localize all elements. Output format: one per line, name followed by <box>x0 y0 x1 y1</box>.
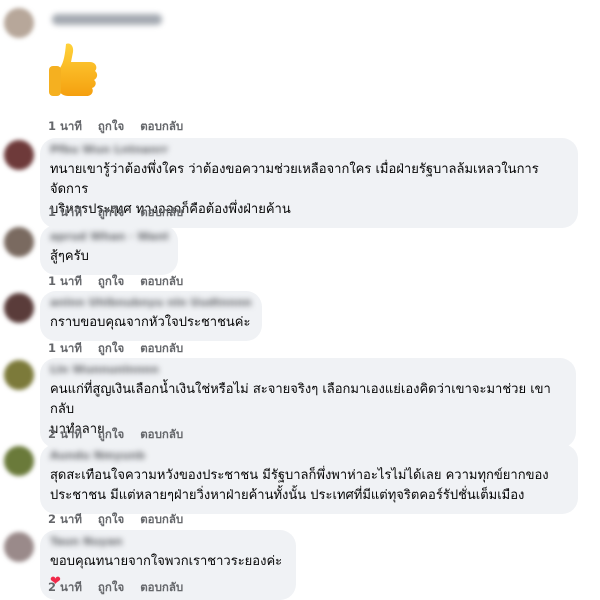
comment-actions: 1 นาที ถูกใจ ตอบกลับ <box>48 118 183 136</box>
reply-button[interactable]: ตอบกลับ <box>140 511 183 529</box>
comment-actions: 2 นาที ถูกใจ ตอบกลับ <box>48 511 183 529</box>
comment-5: Aundu Nmyunb สุดสะเทือนใจความหวังของประช… <box>0 444 600 528</box>
reply-button[interactable]: ตอบกลับ <box>140 118 183 136</box>
comment-time[interactable]: 2 นาที <box>48 511 82 529</box>
commenter-name[interactable]: Lln Wunnunlnnnn <box>50 364 566 375</box>
comment-4: Lln Wunnunlnnnn คนแก่ที่สูญเงินเลือกน้ำเ… <box>0 358 600 448</box>
commenter-name[interactable] <box>52 14 162 25</box>
commenter-name[interactable]: aprud Whan · Wantu <box>50 231 168 242</box>
comment-actions: 1 นาที ถูกใจ ตอบกลับ <box>48 273 183 291</box>
avatar[interactable] <box>4 227 34 257</box>
comment-bubble: Aundu Nmyunb สุดสะเทือนใจความหวังของประช… <box>40 444 578 514</box>
comment-actions: 2 นาที ถูกใจ ตอบกลับ <box>48 579 183 597</box>
comment-time[interactable]: 1 นาที <box>48 118 82 136</box>
comment-2: aprud Whan · Wantu สู้ๆครับ 1 นาที ถูกใจ… <box>0 225 600 291</box>
commenter-name[interactable]: anlnn Uhlbnubnyu nln Uudtnnnnnd <box>50 297 252 308</box>
reply-button[interactable]: ตอบกลับ <box>140 426 183 444</box>
comment-text: สุดสะเทือนใจความหวังของประชาชน มีรัฐบาลก… <box>50 468 549 503</box>
comment-text: สู้ๆครับ <box>50 249 89 264</box>
comment-3: anlnn Uhlbnubnyu nln Uudtnnnnnd กราบขอบค… <box>0 291 600 357</box>
comment-actions: 1 นาที ถูกใจ ตอบกลับ <box>48 204 183 222</box>
like-button[interactable]: ถูกใจ <box>98 273 124 291</box>
like-button[interactable]: ถูกใจ <box>98 426 124 444</box>
avatar[interactable] <box>4 360 34 390</box>
comment-time[interactable]: 2 นาที <box>48 579 82 597</box>
reply-button[interactable]: ตอบกลับ <box>140 273 183 291</box>
avatar[interactable] <box>4 293 34 323</box>
comment-6: Taun Nuyan ขอบคุณทนายจากใจพวกเราชาวระยอง… <box>0 530 600 600</box>
reply-button[interactable]: ตอบกลับ <box>140 204 183 222</box>
comment-time[interactable]: 1 นาที <box>48 204 82 222</box>
reply-button[interactable]: ตอบกลับ <box>140 579 183 597</box>
comment-text-content: ขอบคุณทนายจากใจพวกเราชาวระยองค่ะ <box>50 554 283 569</box>
commenter-name[interactable]: Aundu Nmyunb <box>50 450 568 461</box>
comment-1: Pfbu Wun Lntnanrr ทนายเขารู้ว่าต้องพึ่งใ… <box>0 138 600 228</box>
comment-actions: 1 นาที ถูกใจ ตอบกลับ <box>48 340 183 358</box>
comment-bubble: anlnn Uhlbnubnyu nln Uudtnnnnnd กราบขอบค… <box>40 291 262 341</box>
comment-time[interactable]: 1 นาที <box>48 273 82 291</box>
like-button[interactable]: ถูกใจ <box>98 340 124 358</box>
avatar[interactable] <box>4 532 34 562</box>
commenter-name[interactable]: Taun Nuyan <box>50 536 286 547</box>
comment-time[interactable]: 1 นาที <box>48 340 82 358</box>
like-button[interactable]: ถูกใจ <box>98 204 124 222</box>
avatar[interactable] <box>4 140 34 170</box>
comment-bubble: aprud Whan · Wantu สู้ๆครับ <box>40 225 178 275</box>
comment-0: 1 นาที ถูกใจ ตอบกลับ <box>0 0 600 140</box>
commenter-name[interactable]: Pfbu Wun Lntnanrr <box>50 144 568 155</box>
thumbs-up-icon <box>49 43 98 96</box>
comment-actions: 2 นาที ถูกใจ ตอบกลับ <box>48 426 183 444</box>
reply-button[interactable]: ตอบกลับ <box>140 340 183 358</box>
comment-text: กราบขอบคุณจากหัวใจประชาชนค่ะ <box>50 315 251 330</box>
like-button[interactable]: ถูกใจ <box>98 118 124 136</box>
like-button[interactable]: ถูกใจ <box>98 511 124 529</box>
comment-time[interactable]: 2 นาที <box>48 426 82 444</box>
avatar[interactable] <box>4 446 34 476</box>
like-button[interactable]: ถูกใจ <box>98 579 124 597</box>
avatar[interactable] <box>4 8 34 38</box>
